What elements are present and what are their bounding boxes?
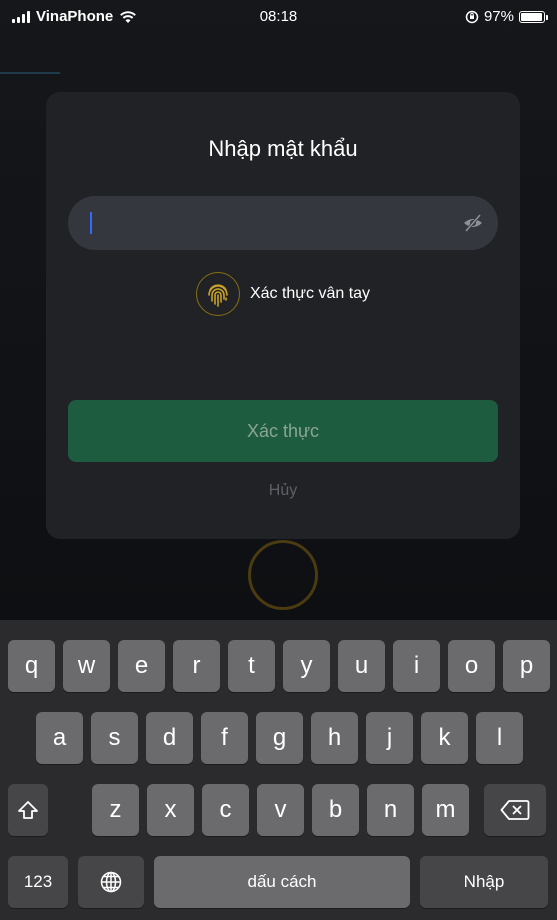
globe-icon bbox=[100, 871, 122, 893]
key-z[interactable]: z bbox=[92, 784, 139, 836]
numbers-key[interactable]: 123 bbox=[8, 856, 68, 908]
key-d[interactable]: d bbox=[146, 712, 193, 764]
key-s[interactable]: s bbox=[91, 712, 138, 764]
battery-icon bbox=[519, 10, 548, 23]
battery-fill bbox=[521, 12, 543, 21]
dialog-title: Nhập mật khẩu bbox=[208, 136, 358, 161]
battery-percent: 97% bbox=[483, 8, 514, 25]
key-l[interactable]: l bbox=[476, 712, 523, 764]
key-t[interactable]: t bbox=[228, 640, 275, 692]
key-f[interactable]: f bbox=[201, 712, 248, 764]
status-right: 97% bbox=[465, 8, 548, 25]
backspace-key[interactable] bbox=[484, 784, 546, 836]
key-p[interactable]: p bbox=[503, 640, 550, 692]
keyboard: 123 dấu cách Nhập qwertyuiop asdfghjkl zxc… bbox=[0, 620, 557, 920]
status-bar: VinaPhone 08:18 97% bbox=[0, 0, 557, 34]
key-e[interactable]: e bbox=[118, 640, 165, 692]
key-b[interactable]: b bbox=[312, 784, 359, 836]
fingerprint-auth[interactable]: Xác thực vân tay bbox=[46, 272, 520, 316]
backspace-icon bbox=[500, 800, 530, 820]
key-n[interactable]: n bbox=[367, 784, 414, 836]
key-q[interactable]: q bbox=[8, 640, 55, 692]
key-m[interactable]: m bbox=[422, 784, 469, 836]
shift-key[interactable] bbox=[8, 784, 48, 836]
text-caret bbox=[90, 212, 92, 234]
globe-key[interactable] bbox=[78, 856, 144, 908]
key-k[interactable]: k bbox=[421, 712, 468, 764]
fingerprint-icon[interactable] bbox=[195, 272, 240, 316]
key-x[interactable]: x bbox=[147, 784, 194, 836]
space-key[interactable]: dấu cách bbox=[154, 856, 410, 908]
fingerprint-label: Xác thực vân tay bbox=[249, 285, 371, 302]
key-j[interactable]: j bbox=[366, 712, 413, 764]
background-fingerprint-ring bbox=[248, 540, 318, 610]
password-input[interactable] bbox=[68, 196, 498, 250]
key-y[interactable]: y bbox=[283, 640, 330, 692]
shift-icon bbox=[18, 801, 38, 819]
key-h[interactable]: h bbox=[311, 712, 358, 764]
key-u[interactable]: u bbox=[338, 640, 385, 692]
key-w[interactable]: w bbox=[63, 640, 110, 692]
password-dialog: Nhập mật khẩu Xác thực vân tay Xác thực … bbox=[46, 92, 520, 539]
key-c[interactable]: c bbox=[202, 784, 249, 836]
key-a[interactable]: a bbox=[36, 712, 83, 764]
cancel-button[interactable]: Hủy bbox=[46, 482, 520, 500]
key-v[interactable]: v bbox=[257, 784, 304, 836]
background-tab-indicator bbox=[0, 72, 60, 74]
eye-off-icon[interactable] bbox=[462, 212, 484, 234]
key-g[interactable]: g bbox=[256, 712, 303, 764]
screen: VinaPhone 08:18 97% Nhập mật khẩu Xác th… bbox=[0, 0, 557, 920]
confirm-button[interactable]: Xác thực bbox=[68, 400, 498, 462]
key-o[interactable]: o bbox=[448, 640, 495, 692]
key-i[interactable]: i bbox=[393, 640, 440, 692]
orientation-lock-icon bbox=[465, 10, 479, 23]
return-key[interactable]: Nhập bbox=[420, 856, 548, 908]
key-r[interactable]: r bbox=[173, 640, 220, 692]
